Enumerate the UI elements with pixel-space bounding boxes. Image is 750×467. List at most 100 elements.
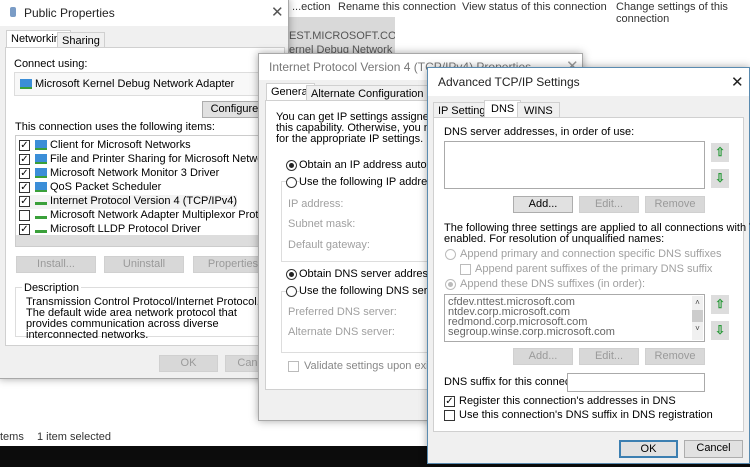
description-text: Transmission Control Protocol/Internet P… (26, 296, 260, 341)
ip-address-label: IP address: (288, 198, 344, 210)
item-checkbox[interactable]: ✓ (19, 223, 30, 235)
install-button[interactable]: Install... (16, 256, 96, 273)
use-suffix-checkbox[interactable] (444, 410, 455, 421)
connect-using-label: Connect using: (14, 58, 88, 70)
advanced-tcpip-dialog: Advanced TCP/IP Settings ✕ IP Settings D… (427, 67, 750, 464)
item-checkbox[interactable]: ✓ (19, 167, 30, 179)
validate-checkbox[interactable] (288, 361, 299, 372)
title-bar: Advanced TCP/IP Settings (428, 68, 749, 96)
item-label: Internet Protocol Version 4 (TCP/IPv4) (50, 195, 238, 207)
obtain-ip-radio[interactable] (286, 160, 297, 171)
uninstall-button[interactable]: Uninstall (104, 256, 184, 273)
item-label: Microsoft LLDP Protocol Driver (50, 223, 201, 235)
network-adapter-icon (20, 79, 32, 90)
alternate-dns-label: Alternate DNS server: (288, 326, 395, 338)
dns-servers-label: DNS server addresses, in order of use: (444, 126, 635, 138)
move-down-icon[interactable]: ⇩ (711, 169, 729, 188)
view-status-button[interactable]: View status of this connection (462, 1, 607, 13)
networking-panel: Connect using: Microsoft Kernel Debug Ne… (5, 47, 285, 346)
item-label: Microsoft Network Adapter Multiplexor Pr… (50, 209, 279, 221)
use-suffix-label: Use this connection's DNS suffix in DNS … (459, 409, 713, 421)
item-checkbox[interactable]: ✓ (19, 139, 30, 151)
suffix-item[interactable]: segroup.winse.corp.microsoft.com (448, 327, 701, 338)
list-item[interactable]: ✓ File and Printer Sharing for Microsoft … (19, 153, 278, 167)
close-icon[interactable]: ✕ (271, 3, 284, 21)
item-label: QoS Packet Scheduler (50, 181, 162, 193)
dns-suffix-list[interactable]: cfdev.nttest.microsoft.com ntdev.corp.mi… (444, 294, 705, 342)
following-text: enabled. For resolution of unqualified n… (444, 233, 665, 245)
protocol-icon (35, 211, 47, 220)
rename-connection-button[interactable]: Rename this connection (338, 1, 456, 13)
description-group: Description Transmission Control Protoco… (15, 282, 273, 341)
item-checkbox[interactable]: ✓ (19, 153, 30, 165)
item-checkbox[interactable] (19, 209, 30, 221)
register-label: Register this connection's addresses in … (459, 395, 676, 407)
use-ip-radio[interactable] (286, 177, 297, 188)
toolbar-item[interactable]: ...ection (292, 1, 331, 13)
suffix-move-up-icon[interactable]: ⇧ (711, 295, 729, 314)
append-these-label: Append these DNS suffixes (in order): (460, 278, 646, 290)
adapter-name: Microsoft Kernel Debug Network Adapter (35, 78, 235, 90)
network-client-icon (35, 182, 47, 193)
status-selected: 1 item selected (37, 431, 111, 443)
subnet-mask-label: Subnet mask: (288, 218, 356, 230)
protocol-icon (35, 197, 47, 206)
vertical-scrollbar[interactable]: ˄ ˅ (692, 296, 703, 340)
cancel-button[interactable]: Cancel (684, 440, 743, 458)
description-label: Description (22, 282, 82, 294)
suffix-add-button[interactable]: Add... (513, 348, 573, 365)
tab-alternate-configuration[interactable]: Alternate Configuration (306, 85, 429, 101)
tab-wins[interactable]: WINS (517, 102, 560, 118)
dns-remove-button[interactable]: Remove (645, 196, 705, 213)
append-primary-radio[interactable] (445, 249, 456, 260)
network-client-icon (35, 154, 47, 165)
intro-line: for the appropriate IP settings. (276, 133, 424, 145)
title-bar: Public Properties (0, 0, 288, 26)
network-client-icon (35, 140, 47, 151)
preferred-dns-label: Preferred DNS server: (288, 306, 397, 318)
suffix-edit-button[interactable]: Edit... (579, 348, 639, 365)
dialog-title: Advanced TCP/IP Settings (438, 75, 580, 89)
protocol-icon (35, 225, 47, 234)
dns-servers-list[interactable] (444, 141, 705, 189)
dns-add-button[interactable]: Add... (513, 196, 573, 213)
use-ip-label: Use the following IP address: (299, 176, 445, 188)
list-item[interactable]: ✓ QoS Packet Scheduler (19, 181, 161, 195)
obtain-dns-radio[interactable] (286, 269, 297, 280)
list-item[interactable]: Microsoft Network Adapter Multiplexor Pr… (19, 209, 279, 223)
items-list: ✓ Client for Microsoft Networks ✓ File and … (15, 135, 279, 247)
tile-domain: EST.MICROSOFT.COM (289, 30, 395, 42)
item-checkbox[interactable]: ✓ (19, 181, 30, 193)
validate-label: Validate settings upon exit (304, 360, 432, 372)
list-item[interactable]: ✓ Microsoft Network Monitor 3 Driver (19, 167, 219, 181)
dns-edit-button[interactable]: Edit... (579, 196, 639, 213)
tab-sharing[interactable]: Sharing (57, 32, 105, 48)
horizontal-scrollbar[interactable] (16, 235, 272, 246)
register-checkbox[interactable]: ✓ (444, 396, 455, 407)
suffix-move-down-icon[interactable]: ⇩ (711, 321, 729, 340)
status-items: tems (0, 431, 24, 443)
public-properties-dialog: Public Properties ✕ Networking Sharing C… (0, 0, 289, 379)
ok-button[interactable]: OK (159, 355, 218, 372)
change-settings-button[interactable]: Change settings of this connection (616, 1, 748, 25)
tab-dns[interactable]: DNS (484, 100, 522, 118)
item-checkbox[interactable]: ✓ (19, 195, 30, 207)
move-up-icon[interactable]: ⇧ (711, 143, 729, 162)
list-item[interactable]: ✓ Client for Microsoft Networks (19, 139, 191, 153)
default-gateway-label: Default gateway: (288, 239, 370, 251)
close-icon[interactable]: ✕ (731, 73, 744, 91)
append-parent-label: Append parent suffixes of the primary DN… (475, 263, 713, 275)
item-label: File and Printer Sharing for Microsoft N… (50, 153, 279, 165)
list-item[interactable]: ✓ Internet Protocol Version 4 (TCP/IPv4) (19, 195, 238, 209)
connection-tile[interactable]: EST.MICROSOFT.COM ernel Debug Network ..… (289, 17, 395, 57)
ok-button[interactable]: OK (619, 440, 678, 458)
append-primary-label: Append primary and connection specific D… (460, 248, 722, 260)
append-parent-checkbox[interactable] (460, 264, 471, 275)
item-label: Microsoft Network Monitor 3 Driver (50, 167, 220, 179)
append-these-radio[interactable] (445, 279, 456, 290)
dialog-icon (10, 7, 16, 17)
dns-suffix-input[interactable] (567, 373, 705, 392)
item-label: Client for Microsoft Networks (50, 139, 191, 151)
suffix-remove-button[interactable]: Remove (645, 348, 705, 365)
use-dns-radio[interactable] (286, 286, 297, 297)
